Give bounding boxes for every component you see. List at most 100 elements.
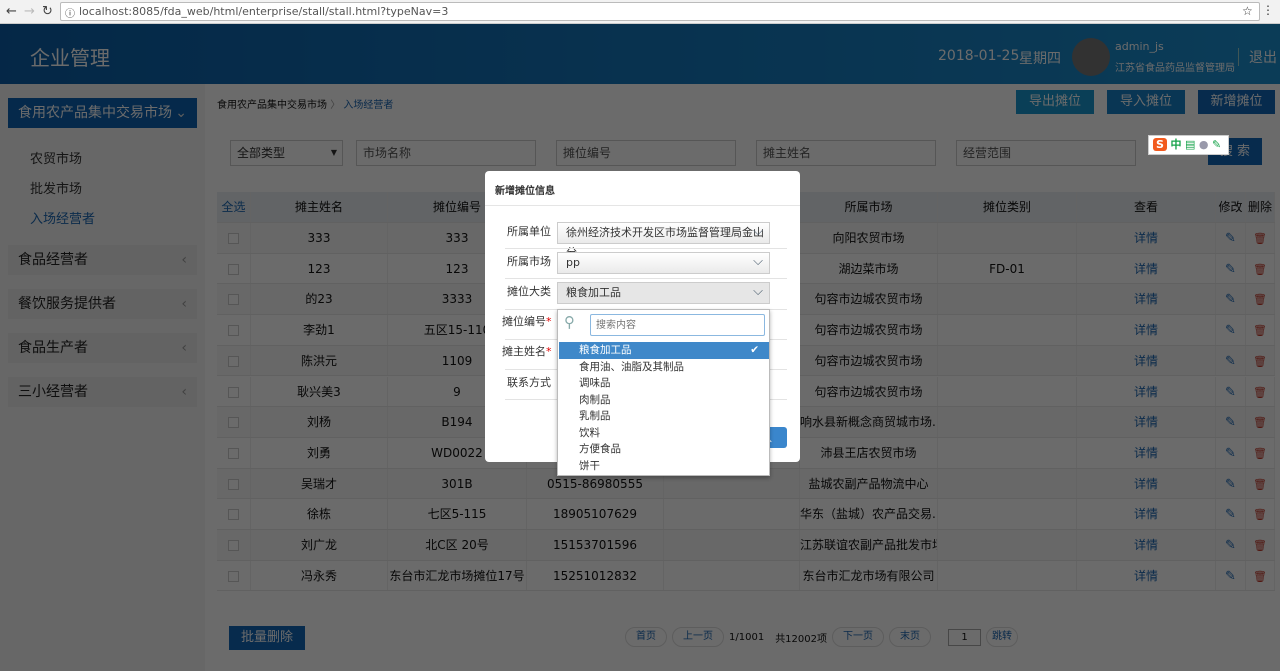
- edit-icon[interactable]: ✎: [1225, 569, 1236, 584]
- detail-link[interactable]: 详情: [1077, 284, 1216, 315]
- avatar[interactable]: [1072, 38, 1110, 76]
- row-checkbox[interactable]: [228, 325, 239, 337]
- forward-icon[interactable]: →: [24, 4, 35, 19]
- edit-icon[interactable]: ✎: [1225, 231, 1236, 246]
- dropdown-option[interactable]: 饼干: [559, 458, 769, 475]
- row-checkbox[interactable]: [228, 263, 239, 275]
- info-icon[interactable]: ⓘ: [65, 5, 75, 20]
- last-page-button[interactable]: 末页: [889, 627, 931, 647]
- detail-link[interactable]: 详情: [1077, 223, 1216, 253]
- trash-icon[interactable]: 🗑: [1253, 386, 1267, 399]
- next-page-button[interactable]: 下一页: [832, 627, 884, 647]
- page-number-input[interactable]: 1: [948, 628, 981, 646]
- edit-icon[interactable]: ✎: [1225, 385, 1236, 400]
- detail-link[interactable]: 详情: [1077, 253, 1216, 284]
- detail-link[interactable]: 详情: [1077, 530, 1216, 560]
- add-stall-button[interactable]: 新增摊位: [1198, 90, 1275, 114]
- row-checkbox[interactable]: [228, 294, 239, 306]
- keyboard-icon[interactable]: ▤: [1185, 138, 1195, 151]
- edit-icon[interactable]: ✎: [1225, 415, 1236, 430]
- detail-link[interactable]: 详情: [1077, 437, 1216, 468]
- detail-link[interactable]: 详情: [1077, 407, 1216, 437]
- edit-icon[interactable]: ✎: [1225, 507, 1236, 522]
- sidebar-group-market[interactable]: 食用农产品集中交易市场 ⌄: [8, 98, 197, 128]
- edit-icon[interactable]: ✎: [1225, 262, 1236, 277]
- row-checkbox[interactable]: [228, 509, 239, 521]
- dropdown-search-input[interactable]: [590, 314, 765, 336]
- ime-mode[interactable]: 中: [1170, 138, 1181, 151]
- trash-icon[interactable]: 🗑: [1253, 263, 1267, 276]
- dropdown-option[interactable]: 调味品: [559, 375, 769, 392]
- sidebar-item-wholesale[interactable]: 批发市场: [30, 178, 82, 197]
- sidebar-item-operators[interactable]: 入场经营者: [30, 208, 95, 227]
- bookmark-star-icon[interactable]: ☆: [1242, 4, 1253, 18]
- trash-icon[interactable]: 🗑: [1253, 447, 1267, 460]
- category-select[interactable]: 粮食加工品 ⌵: [557, 282, 770, 304]
- edit-icon[interactable]: ✎: [1225, 292, 1236, 307]
- user-icon[interactable]: ●: [1199, 138, 1209, 151]
- dropdown-option[interactable]: 食用油、油脂及其制品: [559, 359, 769, 376]
- detail-link[interactable]: 详情: [1077, 499, 1216, 529]
- dropdown-option[interactable]: 肉制品: [559, 392, 769, 409]
- row-checkbox[interactable]: [228, 233, 239, 244]
- sidebar-item-farm-market[interactable]: 农贸市场: [30, 148, 82, 167]
- stall-number-input[interactable]: 摊位编号: [556, 140, 736, 166]
- wrench-icon[interactable]: ✎: [1212, 138, 1221, 151]
- trash-icon[interactable]: 🗑: [1253, 293, 1267, 306]
- row-checkbox[interactable]: [228, 540, 239, 551]
- trash-icon[interactable]: 🗑: [1253, 570, 1267, 583]
- row-checkbox[interactable]: [228, 478, 239, 490]
- sidebar-group-catering[interactable]: 餐饮服务提供者 ‹: [8, 289, 197, 319]
- business-scope-input[interactable]: 经营范围: [956, 140, 1136, 166]
- edit-icon[interactable]: ✎: [1225, 538, 1236, 553]
- detail-link[interactable]: 详情: [1077, 468, 1216, 499]
- logout-button[interactable]: 退出: [1249, 47, 1277, 67]
- trash-icon[interactable]: 🗑: [1253, 539, 1267, 552]
- trash-icon[interactable]: 🗑: [1253, 232, 1267, 245]
- market-name-input[interactable]: 市场名称: [356, 140, 536, 166]
- edit-icon[interactable]: ✎: [1225, 354, 1236, 369]
- market-select[interactable]: pp ⌵: [557, 252, 770, 274]
- url-bar[interactable]: localhost:8085/fda_web/html/enterprise/s…: [60, 2, 1260, 21]
- batch-delete-button[interactable]: 批量删除: [229, 626, 305, 650]
- row-checkbox[interactable]: [228, 386, 239, 398]
- row-checkbox[interactable]: [228, 417, 239, 429]
- owner-name-input[interactable]: 摊主姓名: [756, 140, 936, 166]
- trash-icon[interactable]: 🗑: [1253, 355, 1267, 368]
- reload-icon[interactable]: ↻: [42, 4, 53, 19]
- detail-link[interactable]: 详情: [1077, 376, 1216, 407]
- row-checkbox[interactable]: [228, 447, 239, 459]
- first-page-button[interactable]: 首页: [625, 627, 667, 647]
- edit-icon[interactable]: ✎: [1225, 446, 1236, 461]
- select-all-link[interactable]: 全选: [217, 192, 251, 222]
- type-select[interactable]: 全部类型 ▼: [230, 140, 343, 166]
- sidebar-group-small[interactable]: 三小经营者 ‹: [8, 377, 197, 407]
- dropdown-option[interactable]: 方便食品: [559, 441, 769, 458]
- dropdown-option[interactable]: 饮料: [559, 425, 769, 442]
- row-checkbox[interactable]: [228, 355, 239, 367]
- detail-link[interactable]: 详情: [1077, 345, 1216, 376]
- dropdown-option[interactable]: 乳制品: [559, 408, 769, 425]
- go-button[interactable]: 跳转: [986, 627, 1018, 647]
- trash-icon[interactable]: 🗑: [1253, 508, 1267, 521]
- sidebar-group-producers[interactable]: 食品生产者 ‹: [8, 333, 197, 363]
- edit-icon[interactable]: ✎: [1225, 477, 1236, 492]
- detail-link[interactable]: 详情: [1077, 560, 1216, 591]
- detail-link[interactable]: 详情: [1077, 315, 1216, 345]
- trash-icon[interactable]: 🗑: [1253, 478, 1267, 491]
- ime-toolbar[interactable]: S 中 ▤ ● ✎: [1148, 135, 1229, 155]
- menu-icon[interactable]: ⋮: [1262, 3, 1274, 17]
- export-stall-button[interactable]: 导出摊位: [1016, 90, 1094, 114]
- edit-icon[interactable]: ✎: [1225, 323, 1236, 338]
- dropdown-option[interactable]: 粮食加工品 ✔: [559, 342, 769, 359]
- unit-select[interactable]: 徐州经济技术开发区市场监督管理局金山分⌵: [557, 222, 770, 259]
- breadcrumb-item[interactable]: 食用农产品集中交易市场: [217, 100, 327, 111]
- trash-icon[interactable]: 🗑: [1253, 416, 1267, 429]
- import-stall-button[interactable]: 导入摊位: [1107, 90, 1185, 114]
- trash-icon[interactable]: 🗑: [1253, 324, 1267, 337]
- sidebar-group-food-operators[interactable]: 食品经营者 ‹: [8, 245, 197, 275]
- table-cell: 刘杨: [251, 407, 388, 437]
- row-checkbox[interactable]: [228, 570, 239, 582]
- back-icon[interactable]: ←: [6, 4, 17, 19]
- prev-page-button[interactable]: 上一页: [672, 627, 724, 647]
